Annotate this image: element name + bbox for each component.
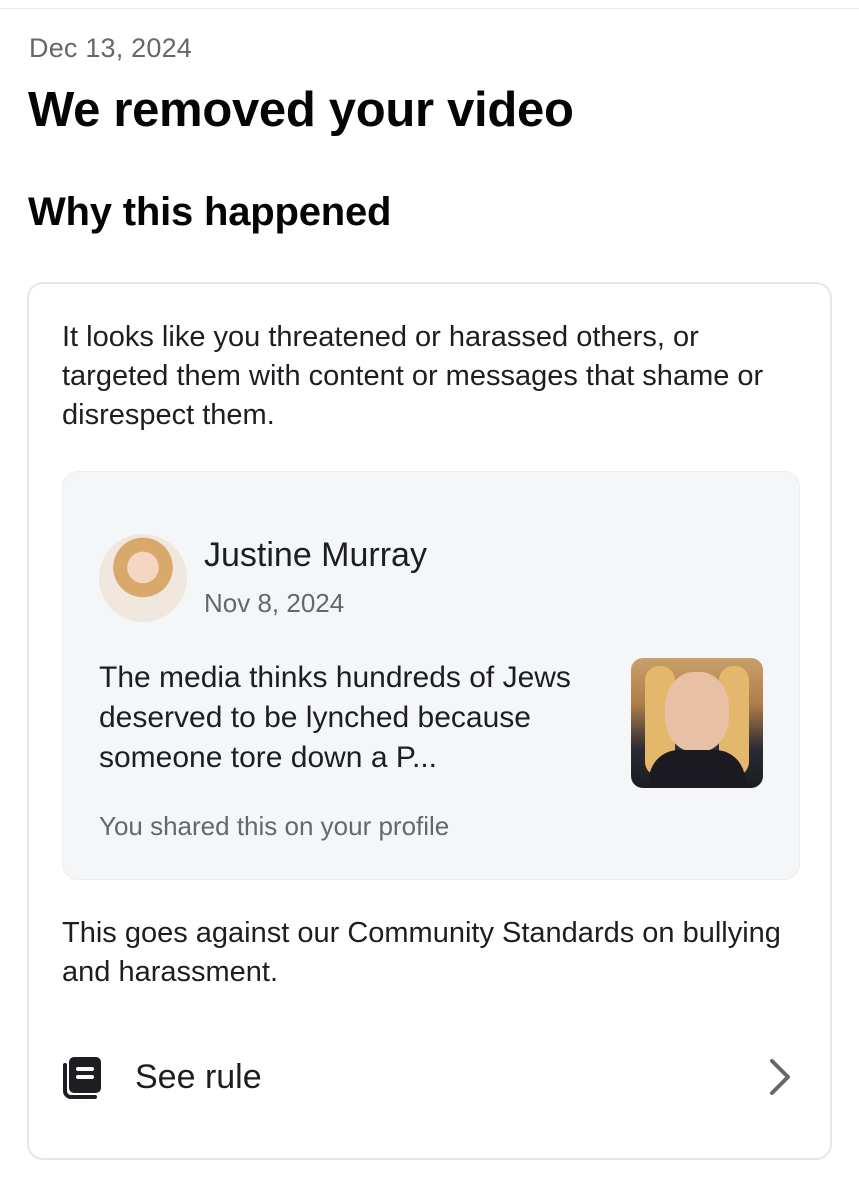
top-divider bbox=[0, 8, 859, 9]
post-author-name: Justine Murray bbox=[204, 536, 427, 574]
see-rule-button[interactable]: See rule bbox=[29, 1032, 830, 1122]
video-thumbnail[interactable] bbox=[631, 658, 763, 788]
rulebook-icon bbox=[60, 1055, 106, 1101]
post-date: Nov 8, 2024 bbox=[204, 588, 345, 618]
reason-text: It looks like you threatened or harassed… bbox=[62, 321, 764, 431]
author-avatar bbox=[99, 534, 187, 622]
removed-post-preview[interactable]: Justine Murray Nov 8, 2024 The media thi… bbox=[62, 471, 800, 880]
post-text: The media thinks hundreds of Jews deserv… bbox=[99, 661, 571, 774]
shared-note: You shared this on your profile bbox=[99, 811, 450, 841]
section-title: Why this happened bbox=[28, 190, 392, 234]
reason-card: It looks like you threatened or harassed… bbox=[27, 282, 832, 1160]
page-title: We removed your video bbox=[28, 83, 574, 137]
notice-date: Dec 13, 2024 bbox=[29, 33, 193, 63]
see-rule-label: See rule bbox=[135, 1058, 262, 1096]
chevron-right-icon bbox=[762, 1056, 798, 1098]
violation-text: This goes against our Community Standard… bbox=[62, 917, 781, 988]
